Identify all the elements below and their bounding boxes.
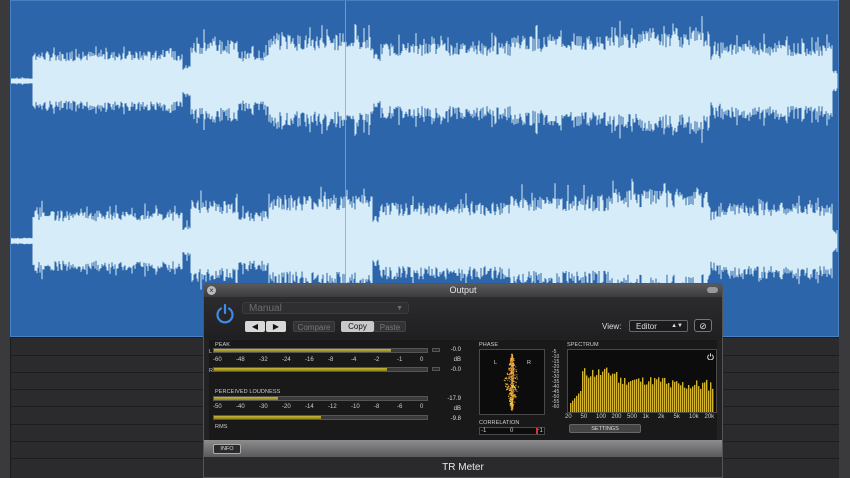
- phase-scope-trace: [503, 353, 519, 411]
- peak-left-channel-label: L: [209, 349, 213, 355]
- copy-button[interactable]: Copy: [341, 321, 374, 332]
- updown-chevron-icon: ▲▼: [671, 323, 683, 329]
- scale-tick-label: -8: [374, 404, 380, 410]
- scale-tick-label: 0: [420, 357, 424, 363]
- peak-right-clip-indicator[interactable]: [432, 367, 440, 371]
- scale-tick-label: -30: [259, 404, 268, 410]
- scale-tick-label: -14: [305, 404, 314, 410]
- rms-meter-fill: [214, 416, 321, 419]
- phase-label: PHASE: [479, 342, 499, 348]
- power-icon[interactable]: [214, 303, 236, 325]
- spectrum-x-tick: 100: [596, 414, 607, 420]
- phase-scope-plot: [503, 353, 519, 411]
- view-dropdown[interactable]: Editor ▲▼: [629, 320, 688, 332]
- spectrum-x-tick: 200: [611, 414, 622, 420]
- scale-tick-label: -8: [328, 357, 334, 363]
- rms-label: RMS: [215, 424, 228, 430]
- peak-left-clip-indicator[interactable]: [432, 348, 440, 352]
- scale-tick-label: -48: [236, 357, 245, 363]
- rms-meter: [213, 415, 428, 420]
- loudness-meter-fill: [214, 397, 278, 400]
- link-icon[interactable]: ⊘: [694, 319, 712, 332]
- spectrum-x-tick: 2k: [658, 414, 665, 420]
- phase-right-label: R: [527, 360, 532, 366]
- scale-tick-label: -16: [305, 357, 314, 363]
- spectrum-x-tick: 20: [565, 414, 572, 420]
- spectrum-x-tick: 20k: [704, 414, 715, 420]
- peak-right-meter: [213, 367, 428, 372]
- scale-tick-label: -20: [282, 404, 291, 410]
- peak-unit: dB: [453, 357, 461, 363]
- spectrum-plot: [570, 367, 714, 412]
- zoom-button[interactable]: [707, 287, 718, 293]
- preset-value: Manual: [249, 303, 282, 314]
- peak-left-meter-fill: [214, 349, 391, 352]
- scale-tick-label: -2: [374, 357, 380, 363]
- peak-right-value: -0.0: [450, 367, 461, 373]
- scale-tick-label: -40: [236, 404, 245, 410]
- scale-tick-label: -1: [397, 357, 403, 363]
- next-preset-button[interactable]: ▶: [266, 321, 286, 332]
- loudness-scale: -50 -40 -30 -20 -14 -12 -10 -8 -6 0: [213, 404, 428, 411]
- peak-right-meter-fill: [214, 368, 387, 371]
- settings-button[interactable]: SETTINGS: [569, 424, 641, 433]
- loudness-label: PERCEIVED LOUDNESS: [215, 389, 281, 395]
- info-bar: INFO: [204, 440, 722, 457]
- previous-preset-button[interactable]: ◀: [245, 321, 265, 332]
- preset-dropdown[interactable]: Manual ▼: [242, 302, 409, 314]
- plugin-name: TR Meter: [204, 457, 722, 477]
- view-value: Editor: [636, 322, 657, 331]
- waveform-channel: [11, 178, 838, 300]
- corr-min-label: -1: [481, 428, 487, 434]
- scale-tick-label: -32: [259, 357, 268, 363]
- plugin-header: Manual ▼ ◀ ▶ Compare Copy Paste View: Ed…: [204, 297, 722, 339]
- rms-value: -9.8: [450, 416, 461, 422]
- spectrum-y-tick: -60: [552, 404, 560, 410]
- loudness-unit: dB: [453, 406, 461, 412]
- correlation-meter: -1 0 +1: [479, 427, 545, 435]
- compare-button[interactable]: Compare: [293, 321, 335, 332]
- paste-button[interactable]: Paste: [374, 321, 406, 332]
- corr-mid-label: 0: [510, 428, 514, 434]
- peak-scale: -60 -48 -32 -24 -16 -8 -4 -2 -1 0: [213, 357, 428, 364]
- peak-left-meter: [213, 348, 428, 353]
- view-label: View:: [602, 322, 622, 331]
- waveform-channel: [11, 16, 838, 143]
- correlation-indicator: [536, 428, 539, 434]
- scale-tick-label: -50: [213, 404, 222, 410]
- scale-tick-label: -10: [351, 404, 360, 410]
- spectrum-x-tick: 50: [580, 414, 588, 420]
- scale-tick-label: -12: [328, 404, 337, 410]
- spectrum-power-icon[interactable]: [707, 353, 714, 360]
- correlation-label: CORRELATION: [479, 420, 520, 426]
- peak-left-value: -0.0: [450, 347, 461, 353]
- plugin-window-title: Output: [449, 285, 477, 295]
- right-scroll-strip[interactable]: [839, 0, 850, 478]
- plugin-footer: INFO TR Meter: [204, 440, 722, 477]
- loudness-value: -17.9: [447, 396, 461, 402]
- plugin-window: × Output Manual ▼ ◀ ▶ Compare Copy Paste…: [203, 283, 723, 478]
- scale-tick-label: -24: [282, 357, 291, 363]
- loudness-meter: [213, 396, 428, 401]
- chevron-down-icon: ▼: [396, 305, 403, 312]
- phase-left-label: L: [494, 360, 498, 366]
- spectrum-x-tick: 10k: [689, 414, 699, 420]
- scale-tick-label: -60: [213, 357, 222, 363]
- spectrum-analyzer: [567, 349, 717, 413]
- scale-tick-label: -4: [351, 357, 357, 363]
- phase-scope: L R: [479, 349, 545, 415]
- scale-tick-label: 0: [420, 404, 424, 410]
- plugin-titlebar[interactable]: × Output: [204, 284, 722, 297]
- info-button[interactable]: INFO: [213, 444, 241, 454]
- spectrum-x-tick: 5k: [673, 414, 680, 420]
- scale-tick-label: -6: [397, 404, 403, 410]
- spectrum-x-tick: 1k: [642, 414, 649, 420]
- spectrum-bars: [570, 367, 714, 412]
- spectrum-x-tick: 500: [627, 414, 638, 420]
- meter-panel: PEAK L -0.0 -60 -48 -32 -24 -16 -8 -4 -2 -1 0 dB …: [209, 340, 717, 440]
- spectrum-label: SPECTRUM: [567, 342, 599, 348]
